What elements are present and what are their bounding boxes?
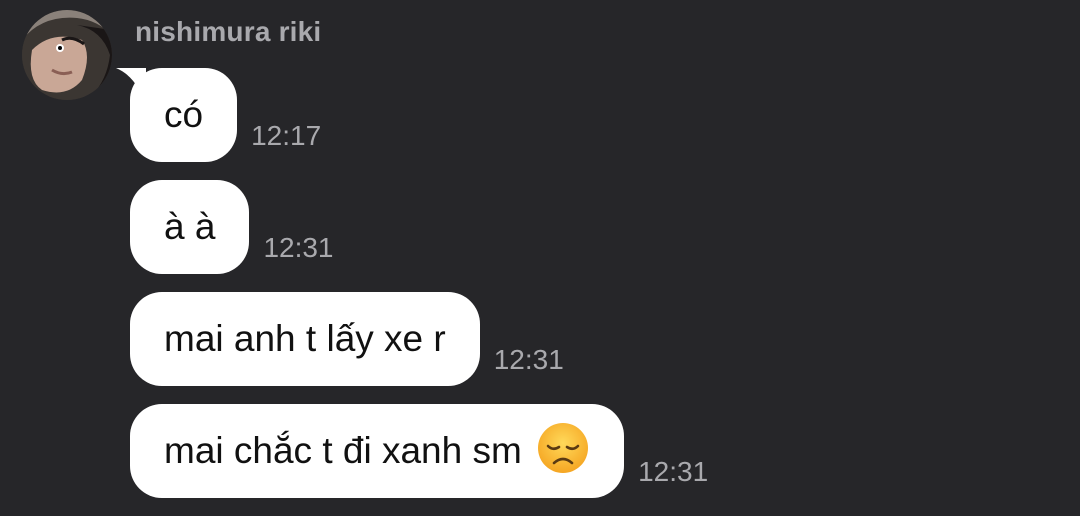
message-row: à à 12:31 bbox=[130, 180, 334, 274]
message-time: 12:31 bbox=[493, 344, 564, 375]
message-time: 12:31 bbox=[263, 232, 334, 263]
message-text: à à bbox=[164, 206, 216, 247]
message-row: mai anh t lấy xe r 12:31 bbox=[130, 292, 564, 386]
message-bubble[interactable]: có bbox=[116, 68, 238, 162]
disappointed-face-emoji-icon bbox=[538, 423, 589, 473]
message-text: mai anh t lấy xe r bbox=[164, 318, 446, 359]
chat-thread: nishimura riki có 12:17 à à 12:31 mai an… bbox=[0, 0, 1080, 516]
message-bubble[interactable]: à à bbox=[130, 180, 250, 274]
message-bubble[interactable]: mai chắc t đi xanh sm bbox=[130, 404, 625, 498]
message-time: 12:31 bbox=[638, 456, 709, 487]
avatar-photo-icon bbox=[22, 10, 112, 100]
message-time: 12:17 bbox=[251, 120, 322, 151]
message-bubble[interactable]: mai anh t lấy xe r bbox=[130, 292, 480, 386]
message-row: mai chắc t đi xanh sm 12:31 bbox=[130, 404, 708, 498]
avatar[interactable] bbox=[22, 10, 112, 100]
message-text: mai chắc t đi xanh sm bbox=[164, 430, 522, 471]
message-row: có 12:17 bbox=[116, 68, 322, 162]
bubble-tail-icon bbox=[116, 68, 146, 102]
sender-name: nishimura riki bbox=[135, 16, 322, 47]
message-text: có bbox=[164, 94, 204, 135]
